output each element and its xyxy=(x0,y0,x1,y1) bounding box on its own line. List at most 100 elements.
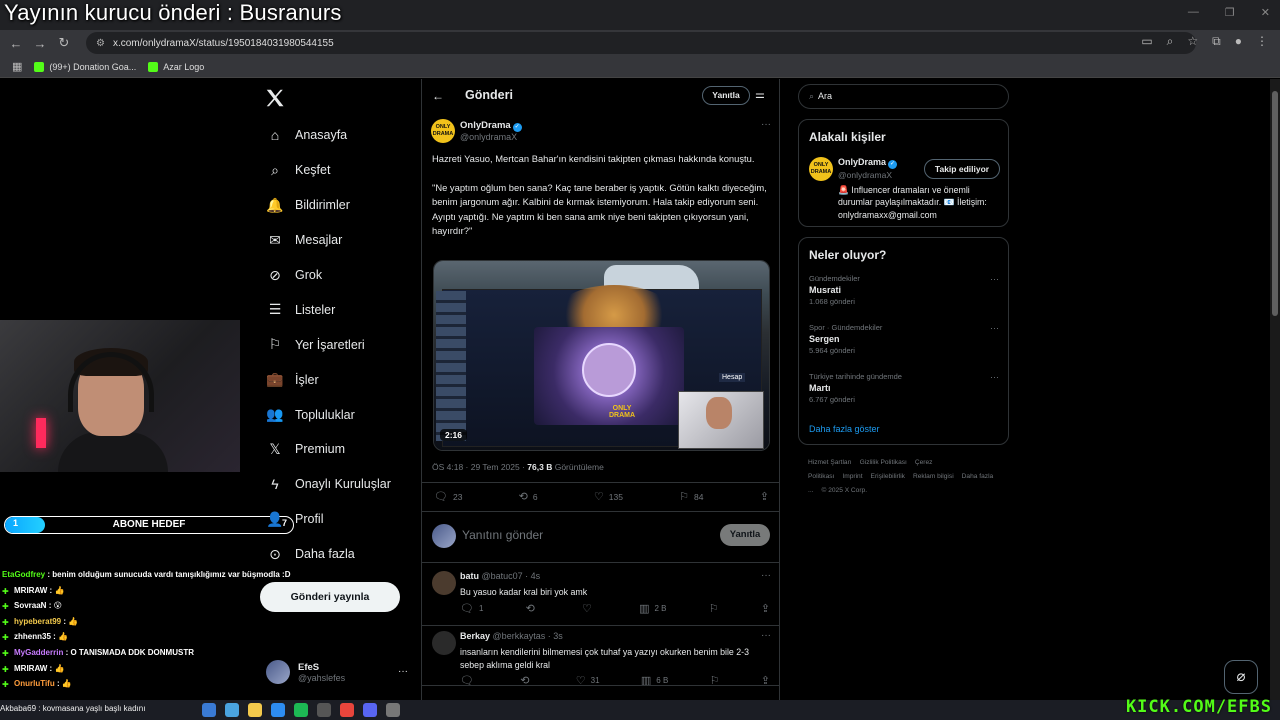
post-more-icon[interactable]: ··· xyxy=(761,119,771,130)
chat-username[interactable]: EtaGodfrey xyxy=(2,570,45,579)
explorer-icon[interactable] xyxy=(248,703,262,717)
post-time[interactable]: ÖS 4:18 · 29 Tem 2025 · xyxy=(432,462,527,472)
sidebar-item-12[interactable]: ⊙ Daha fazla xyxy=(266,537,391,572)
profile-icon[interactable]: ● xyxy=(1235,34,1242,49)
share-action[interactable]: ⇪ xyxy=(761,602,770,615)
sidebar-item-7[interactable]: 💼 İşler xyxy=(266,362,391,397)
scrollbar[interactable] xyxy=(1270,79,1280,720)
edge-icon[interactable] xyxy=(202,703,216,717)
x-logo-icon[interactable] xyxy=(264,87,286,109)
avatar[interactable]: ONLY DRAMA xyxy=(431,119,455,143)
back-arrow-icon[interactable]: ← xyxy=(432,89,444,103)
star-icon[interactable]: ☆ xyxy=(1187,34,1198,49)
url-field[interactable]: ⚙ x.com/onlydramaX/status/19501840319805… xyxy=(86,32,1196,54)
sidebar-item-5[interactable]: ☰ Listeler xyxy=(266,292,391,327)
search-input[interactable]: ⌕ Ara xyxy=(798,84,1009,109)
bookmark-action[interactable]: ⚐ 84 xyxy=(679,490,703,503)
following-button[interactable]: Takip ediliyor xyxy=(924,159,1000,179)
sidebar-item-8[interactable]: 👥 Topluluklar xyxy=(266,397,391,432)
footer-link[interactable]: Hizmet Şartları xyxy=(808,459,852,466)
relevant-name[interactable]: OnlyDrama ✓ xyxy=(838,157,898,169)
footer-link[interactable]: Imprint xyxy=(842,473,862,480)
discord-icon[interactable] xyxy=(363,703,377,717)
reply-submit-button[interactable]: Yanıtla xyxy=(720,524,770,546)
zoom-icon[interactable]: ⌕ xyxy=(1167,34,1174,49)
extensions-icon[interactable]: ⧉ xyxy=(1212,34,1221,49)
settings-sliders-icon[interactable]: ⚌ xyxy=(755,88,765,101)
avatar[interactable]: ONLY DRAMA xyxy=(809,157,833,181)
post-handle[interactable]: @onlydramaX xyxy=(460,132,517,142)
reply-author[interactable]: Berkay @berkkaytas · 3s xyxy=(460,631,563,641)
reply-item[interactable]: Berkay @berkkaytas · 3s ··· insanların ken… xyxy=(431,627,771,687)
apps-icon[interactable]: ▦ xyxy=(12,60,22,73)
cast-icon[interactable]: ▭ xyxy=(1141,34,1152,49)
repost-action[interactable]: ⟲ 6 xyxy=(519,490,538,503)
reload-icon[interactable]: ↻ xyxy=(52,35,76,51)
post-button[interactable]: Gönderi yayınla xyxy=(260,582,400,612)
sidebar-item-6[interactable]: ⚐ Yer İşaretleri xyxy=(266,327,391,362)
grok-chat-button[interactable]: ⌀ xyxy=(1224,660,1258,694)
avatar[interactable] xyxy=(432,571,456,595)
chat-username[interactable]: hypeberat99 xyxy=(14,617,61,626)
back-icon[interactable]: ← xyxy=(4,36,28,51)
menu-icon[interactable]: ⋮ xyxy=(1256,34,1268,49)
chat-username[interactable]: zhhenn35 xyxy=(14,632,51,641)
sidebar-item-3[interactable]: ✉ Mesajlar xyxy=(266,223,391,258)
reply-item[interactable]: batu @batuc07 · 4s ··· Bu yasuo kadar kral… xyxy=(431,567,771,625)
sidebar-item-10[interactable]: ϟ Onaylı Kuruluşlar xyxy=(266,467,391,502)
sidebar-item-4[interactable]: ⊘ Grok xyxy=(266,258,391,293)
trend-item[interactable]: Spor · Gündemdekiler Sergen 5.964 gönderi ·… xyxy=(809,323,999,355)
maximize-icon[interactable]: ❐ xyxy=(1225,6,1235,19)
reply-more-icon[interactable]: ··· xyxy=(761,630,771,641)
sidebar-item-9[interactable]: 𝕏 Premium xyxy=(266,432,391,467)
reply-action[interactable]: 🗨 23 xyxy=(434,490,462,503)
minimize-icon[interactable]: — xyxy=(1188,6,1199,19)
bookmark-azar-logo[interactable]: Azar Logo xyxy=(148,61,204,72)
trend-more-icon[interactable]: ··· xyxy=(990,372,999,382)
reply-more-icon[interactable]: ··· xyxy=(761,570,771,581)
trend-item[interactable]: Türkiye tarihinde gündemde Martı 6.767 gön… xyxy=(809,372,999,404)
obs-icon[interactable] xyxy=(386,703,400,717)
like-action[interactable]: ♡ 135 xyxy=(594,490,623,503)
relevant-handle[interactable]: @onlydramaX xyxy=(838,170,892,180)
footer-link[interactable]: © 2025 X Corp. xyxy=(822,487,868,494)
spotify-icon[interactable] xyxy=(294,703,308,717)
heart-action[interactable]: ♡ xyxy=(582,602,597,615)
copilot-icon[interactable] xyxy=(225,703,239,717)
trend-more-icon[interactable]: ··· xyxy=(990,323,999,333)
footer-link[interactable]: Erişilebilirlik xyxy=(871,473,905,480)
post-author[interactable]: OnlyDrama ✓ xyxy=(460,120,522,132)
account-switcher[interactable]: EfeS @yahslefes xyxy=(266,660,345,684)
account-more-icon[interactable]: ··· xyxy=(398,666,408,677)
sidebar-item-2[interactable]: 🔔 Bildirimler xyxy=(266,188,391,223)
close-icon[interactable]: ✕ xyxy=(1261,6,1270,19)
chrome-icon[interactable] xyxy=(340,703,354,717)
trend-item[interactable]: Gündemdekiler Musrati 1.068 gönderi ··· xyxy=(809,274,999,306)
chat-username[interactable]: OnurluTifu xyxy=(14,679,55,688)
site-info-icon[interactable]: ⚙ xyxy=(96,38,105,49)
chat-username[interactable]: MyGadderrin xyxy=(14,648,63,657)
views-action[interactable]: ▥ 2 B xyxy=(639,602,666,615)
forward-icon[interactable]: → xyxy=(28,36,52,51)
reply-action[interactable]: 🗨 1 xyxy=(460,602,483,615)
avatar[interactable] xyxy=(432,631,456,655)
bookmark-donation-goal[interactable]: (99+) Donation Goa... xyxy=(34,61,136,72)
footer-link[interactable]: Reklam bilgisi xyxy=(913,473,954,480)
app-icon[interactable] xyxy=(317,703,331,717)
bookmark-action[interactable]: ⚐ xyxy=(709,602,719,615)
sidebar-item-0[interactable]: ⌂ Anasayfa xyxy=(266,118,391,153)
chat-username[interactable]: MRIRAW xyxy=(14,586,47,595)
repost-action[interactable]: ⟲ xyxy=(526,602,540,615)
reply-filter-button[interactable]: Yanıtla xyxy=(702,86,750,105)
reply-author[interactable]: batu @batuc07 · 4s xyxy=(460,571,540,581)
footer-link[interactable]: Gizlilik Politikası xyxy=(860,459,907,466)
show-more-link[interactable]: Daha fazla göster xyxy=(809,424,880,434)
chat-username[interactable]: SovraaN xyxy=(14,601,46,610)
sidebar-item-1[interactable]: ⌕ Keşfet xyxy=(266,153,391,188)
trend-more-icon[interactable]: ··· xyxy=(990,274,999,284)
sidebar-item-11[interactable]: 👤 Profil xyxy=(266,502,391,537)
store-icon[interactable] xyxy=(271,703,285,717)
share-action[interactable]: ⇪ xyxy=(760,490,769,503)
post-video[interactable]: Hesap ONLY DRAMA 2:16 xyxy=(433,260,770,451)
chat-username[interactable]: MRIRAW xyxy=(14,664,47,673)
